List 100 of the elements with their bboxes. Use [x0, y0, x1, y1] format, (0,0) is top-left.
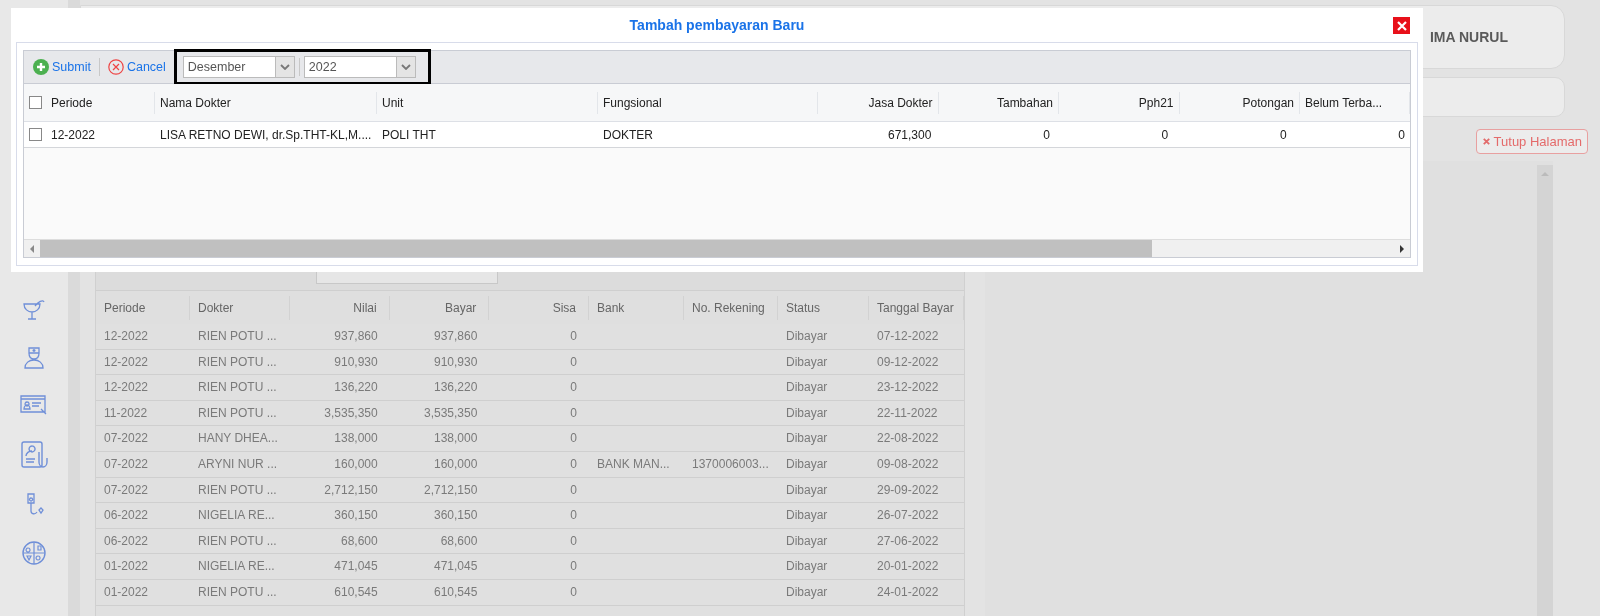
table-cell: 2,712,150 — [290, 477, 390, 504]
table-cell: 471,045 — [389, 554, 490, 580]
table-cell: 22-08-2022 — [869, 426, 964, 452]
select-all-checkbox[interactable] — [28, 96, 42, 109]
table-cell: Dibayar — [778, 324, 869, 350]
column-header[interactable]: Pph21 — [1059, 91, 1180, 114]
column-header[interactable]: Status — [778, 295, 869, 320]
cancel-icon — [107, 59, 124, 75]
column-header[interactable]: Bayar — [389, 295, 490, 320]
plus-icon — [33, 59, 49, 75]
table-cell: 12-2022 — [96, 324, 190, 350]
table-cell: 0 — [489, 375, 589, 401]
table-cell: 07-2022 — [96, 477, 190, 504]
dropdown[interactable]: Desember — [182, 56, 295, 78]
table-cell: 0 — [489, 579, 589, 606]
scroll-up-icon[interactable] — [1540, 171, 1550, 177]
column-header[interactable]: Potongan — [1179, 91, 1300, 114]
table-cell: Dibayar — [778, 349, 869, 376]
chevron-down-icon — [400, 64, 411, 70]
table-cell: RIEN POTU ... — [190, 477, 290, 504]
row-checkbox[interactable] — [28, 128, 42, 141]
table-cell: NIGELIA RE... — [190, 503, 290, 529]
submit-button[interactable]: Submit — [31, 59, 93, 75]
table-cell: Dibayar — [778, 426, 869, 452]
table-cell: 3,535,350 — [290, 400, 390, 427]
table-cell: Dibayar — [778, 400, 869, 427]
table-cell: 68,600 — [389, 528, 490, 555]
table-cell: 1370006003... — [684, 451, 778, 478]
column-header[interactable]: Periode — [46, 91, 155, 114]
table-cell: Dibayar — [778, 503, 869, 529]
column-header[interactable]: Bank — [589, 295, 684, 320]
table-cell: 0 — [489, 349, 589, 376]
table-cell: RIEN POTU ... — [190, 324, 290, 350]
close-icon — [1481, 137, 1491, 146]
table-cell: 610,545 — [290, 579, 390, 606]
column-header[interactable]: Jasa Dokter — [818, 91, 939, 114]
cancel-button[interactable]: Cancel — [105, 59, 168, 75]
column-header[interactable]: Tanggal Bayar — [869, 295, 964, 320]
table-cell: 0 — [489, 324, 589, 350]
table-cell: RIEN POTU ... — [190, 528, 290, 555]
table-cell-text: DOKTER — [602, 126, 654, 144]
scrollbar-thumb[interactable] — [40, 240, 1152, 257]
table-cell-text: 671,300 — [887, 126, 933, 144]
table-cell: RIEN POTU ... — [190, 375, 290, 401]
horizontal-scrollbar[interactable] — [24, 239, 1410, 257]
table-cell: RIEN POTU ... — [190, 579, 290, 606]
table-cell: 3,535,350 — [389, 400, 490, 427]
table-cell: 160,000 — [389, 451, 490, 478]
table-cell: 29-09-2022 — [869, 477, 964, 504]
table-cell: Dibayar — [778, 554, 869, 580]
table-cell: 138,000 — [389, 426, 490, 452]
nurse-icon[interactable] — [21, 344, 47, 370]
table-cell: Dibayar — [778, 477, 869, 504]
column-header[interactable]: Belum Terba... — [1300, 91, 1410, 114]
table-cell: 01-2022 — [96, 579, 190, 606]
scroll-right-icon[interactable] — [1399, 243, 1405, 254]
table-cell-text: LISA RETNO DEWI, dr.Sp.THT-KL,M.... — [159, 126, 373, 144]
scrollbar[interactable] — [1537, 165, 1553, 616]
column-header[interactable]: Tambahan — [938, 91, 1059, 114]
table-cell: 610,545 — [389, 579, 490, 606]
column-header[interactable]: Nama Dokter — [155, 91, 377, 114]
chevron-down-icon — [279, 64, 290, 70]
table-cell: 471,045 — [290, 554, 390, 580]
circle-icon[interactable] — [21, 540, 47, 566]
column-header[interactable]: Unit — [377, 91, 598, 114]
table-cell: RIEN POTU ... — [190, 400, 290, 427]
table-cell: BANK MAN... — [589, 451, 684, 478]
table-cell: 11-2022 — [96, 400, 190, 427]
column-header[interactable]: Dokter — [190, 295, 290, 320]
table-cell: 910,930 — [389, 349, 490, 376]
close-button[interactable] — [1393, 17, 1410, 34]
table-cell: 12-2022 — [96, 375, 190, 401]
table-cell: 0 — [489, 451, 589, 478]
table-cell: 23-12-2022 — [869, 375, 964, 401]
dropdown[interactable]: 2022 — [303, 56, 416, 78]
table-cell: 26-07-2022 — [869, 503, 964, 529]
table-cell: 0 — [489, 554, 589, 580]
table-cell-text: 0 — [1042, 126, 1051, 144]
table-cell: 136,220 — [290, 375, 390, 401]
table-cell: HANY DHEA... — [190, 426, 290, 452]
table-cell: 0 — [489, 503, 589, 529]
table-cell: 07-2022 — [96, 451, 190, 478]
table-cell: RIEN POTU ... — [190, 349, 290, 376]
column-header[interactable]: Fungsional — [598, 91, 818, 114]
table-cell: 20-01-2022 — [869, 554, 964, 580]
scroll-left-icon[interactable] — [29, 243, 35, 254]
column-header[interactable]: No. Rekening — [684, 295, 778, 320]
column-header[interactable]: Nilai — [290, 295, 390, 320]
table-cell-text: 0 — [1397, 126, 1407, 144]
table-cell: 27-06-2022 — [869, 528, 964, 555]
table-cell: 07-12-2022 — [869, 324, 964, 350]
table-cell: 09-08-2022 — [869, 451, 964, 478]
close-page-button[interactable]: Tutup Halaman — [1475, 129, 1588, 154]
column-header[interactable]: Sisa — [489, 295, 589, 320]
column-header[interactable]: Periode — [96, 295, 190, 320]
table-cell: 09-12-2022 — [869, 349, 964, 376]
table-cell-text: 0 — [1278, 126, 1288, 144]
doctor-card-icon[interactable] — [19, 440, 49, 470]
table-cell: 12-2022 — [96, 349, 190, 376]
table-cell: 360,150 — [389, 503, 490, 529]
